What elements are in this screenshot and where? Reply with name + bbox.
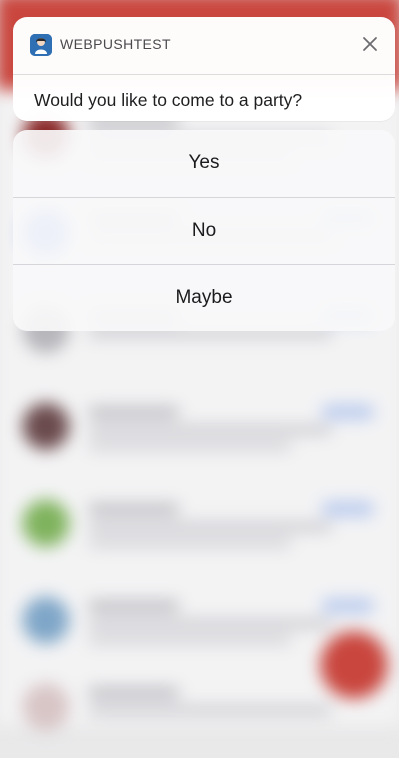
action-no-button[interactable]: No — [13, 197, 395, 264]
action-yes-button[interactable]: Yes — [13, 130, 395, 196]
app-name: WEBPUSHTEST — [60, 36, 171, 52]
background-list-row — [0, 380, 399, 477]
notification-card[interactable]: WEBPUSHTEST Would you like to come to a … — [13, 17, 395, 121]
action-maybe-button[interactable]: Maybe — [13, 264, 395, 331]
close-icon — [363, 37, 377, 51]
background-fab — [320, 631, 388, 699]
app-icon — [30, 34, 52, 56]
background-list-row — [0, 477, 399, 574]
notification-header: WEBPUSHTEST — [13, 17, 395, 75]
close-button[interactable] — [357, 31, 383, 57]
notification-message: Would you like to come to a party? — [34, 90, 303, 110]
notification-actions: Yes No Maybe — [13, 130, 395, 331]
